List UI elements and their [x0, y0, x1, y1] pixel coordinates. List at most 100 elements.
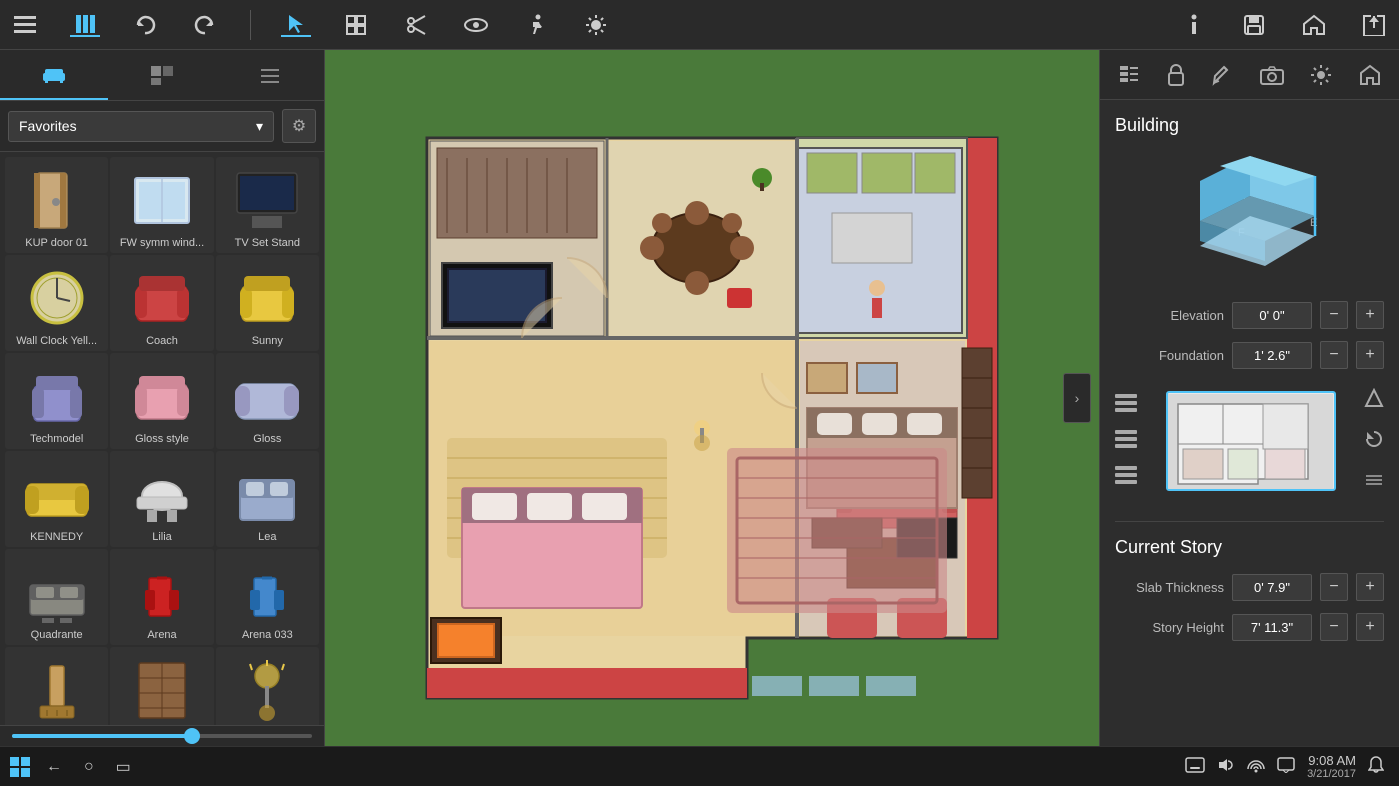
- grid-item[interactable]: Arena 033: [216, 549, 319, 645]
- multitask-button[interactable]: ▭: [110, 753, 137, 781]
- item-label: Arena: [114, 629, 209, 641]
- back-button[interactable]: ←: [40, 754, 68, 780]
- menu-button[interactable]: [10, 16, 40, 34]
- height-increment[interactable]: +: [1356, 613, 1384, 641]
- rp-camera-button[interactable]: [1255, 60, 1289, 90]
- network-icon[interactable]: [1247, 757, 1265, 776]
- item-label: Lilia: [114, 531, 209, 543]
- elevation-decrement[interactable]: −: [1320, 301, 1348, 329]
- group-tool[interactable]: [341, 14, 371, 36]
- library-button[interactable]: [70, 13, 100, 37]
- grid-item[interactable]: Lea: [216, 451, 319, 547]
- grid-item[interactable]: [216, 647, 319, 725]
- sun-tool[interactable]: [581, 13, 611, 37]
- item-preview: [122, 361, 202, 431]
- volume-icon[interactable]: [1217, 757, 1235, 776]
- grid-item[interactable]: Techmodel: [5, 353, 108, 449]
- tab-furniture[interactable]: [0, 50, 108, 100]
- grid-item[interactable]: KUP door 01: [5, 157, 108, 253]
- grid-item[interactable]: Quadrante: [5, 549, 108, 645]
- item-preview: [17, 557, 97, 627]
- redo-button[interactable]: [190, 14, 220, 36]
- grid-item[interactable]: [5, 647, 108, 725]
- keyboard-icon[interactable]: [1185, 757, 1205, 776]
- center-viewport[interactable]: ›: [325, 50, 1099, 746]
- windows-logo[interactable]: [10, 757, 30, 777]
- grid-view-icon[interactable]: [1364, 470, 1384, 495]
- taskbar-left: ← ○ ▭: [0, 753, 147, 781]
- floorplan-thumbnail[interactable]: [1166, 391, 1336, 491]
- grid-item[interactable]: FW symm wind...: [110, 157, 213, 253]
- foundation-increment[interactable]: +: [1356, 341, 1384, 369]
- slab-label: Slab Thickness: [1115, 580, 1224, 595]
- save-tool[interactable]: [1239, 14, 1269, 36]
- slider-thumb[interactable]: [184, 728, 200, 744]
- grid-item[interactable]: KENNEDY: [5, 451, 108, 547]
- elevation-view-icon[interactable]: [1364, 388, 1384, 413]
- foundation-value[interactable]: 1' 2.6": [1232, 342, 1312, 369]
- story-icon-column: [1115, 381, 1137, 501]
- story-height-value[interactable]: 7' 11.3": [1232, 614, 1312, 641]
- undo-button[interactable]: [130, 14, 160, 36]
- foundation-label: Foundation: [1115, 348, 1224, 363]
- item-preview: [227, 165, 307, 235]
- grid-item[interactable]: Gloss: [216, 353, 319, 449]
- grid-item[interactable]: Lilia: [110, 451, 213, 547]
- item-preview: [17, 655, 97, 725]
- size-slider[interactable]: [12, 734, 312, 738]
- elevation-increment[interactable]: +: [1356, 301, 1384, 329]
- tab-list[interactable]: [216, 50, 324, 100]
- rp-sun-button[interactable]: [1305, 59, 1337, 91]
- slab-decrement[interactable]: −: [1320, 573, 1348, 601]
- rp-home-button[interactable]: [1354, 59, 1386, 91]
- share-tool[interactable]: [1359, 14, 1389, 36]
- item-preview: [227, 557, 307, 627]
- item-label: Wall Clock Yell...: [9, 335, 104, 347]
- rp-lock-button[interactable]: [1162, 59, 1190, 91]
- item-preview: [227, 459, 307, 529]
- item-preview: [17, 165, 97, 235]
- slab-value[interactable]: 0' 7.9": [1232, 574, 1312, 601]
- slab-increment[interactable]: +: [1356, 573, 1384, 601]
- grid-item[interactable]: [110, 647, 213, 725]
- item-label: Lea: [220, 531, 315, 543]
- elevation-value[interactable]: 0' 0": [1232, 302, 1312, 329]
- foundation-decrement[interactable]: −: [1320, 341, 1348, 369]
- panel-settings-button[interactable]: ⚙: [282, 109, 316, 143]
- grid-item[interactable]: Gloss style: [110, 353, 213, 449]
- grid-item[interactable]: Wall Clock Yell...: [5, 255, 108, 351]
- height-decrement[interactable]: −: [1320, 613, 1348, 641]
- home-tool[interactable]: [1299, 14, 1329, 36]
- right-panel-toolbar: [1100, 50, 1399, 100]
- story-add-icon[interactable]: [1115, 394, 1137, 417]
- home-circle-button[interactable]: ○: [78, 754, 100, 780]
- item-label: Gloss style: [114, 433, 209, 445]
- grid-item[interactable]: Coach: [110, 255, 213, 351]
- slider-fill: [12, 734, 192, 738]
- scissors-tool[interactable]: [401, 14, 431, 36]
- select-tool[interactable]: [281, 13, 311, 37]
- grid-item[interactable]: Sunny: [216, 255, 319, 351]
- favorites-dropdown[interactable]: Favorites ▾: [8, 111, 274, 142]
- info-tool[interactable]: [1179, 14, 1209, 36]
- item-label: TV Set Stand: [220, 237, 315, 249]
- expand-panel-button[interactable]: ›: [1063, 373, 1091, 423]
- grid-item[interactable]: Arena: [110, 549, 213, 645]
- items-grid: KUP door 01FW symm wind... TV Set Stand Wa…: [0, 152, 324, 725]
- rp-tool-button[interactable]: [1113, 59, 1145, 91]
- story-copy-icon[interactable]: [1115, 466, 1137, 489]
- notification-icon[interactable]: [1368, 756, 1384, 777]
- rotate-view-icon[interactable]: [1364, 429, 1384, 454]
- panel-tabs: [0, 50, 324, 101]
- walk-tool[interactable]: [521, 14, 551, 36]
- item-label: Coach: [114, 335, 209, 347]
- item-preview: [122, 459, 202, 529]
- grid-item[interactable]: TV Set Stand: [216, 157, 319, 253]
- story-remove-icon[interactable]: [1115, 430, 1137, 453]
- message-icon[interactable]: [1277, 757, 1295, 776]
- eye-tool[interactable]: [461, 14, 491, 36]
- item-preview: [227, 361, 307, 431]
- rp-edit-button[interactable]: [1206, 59, 1238, 91]
- item-label: KENNEDY: [9, 531, 104, 543]
- tab-material[interactable]: [108, 50, 216, 100]
